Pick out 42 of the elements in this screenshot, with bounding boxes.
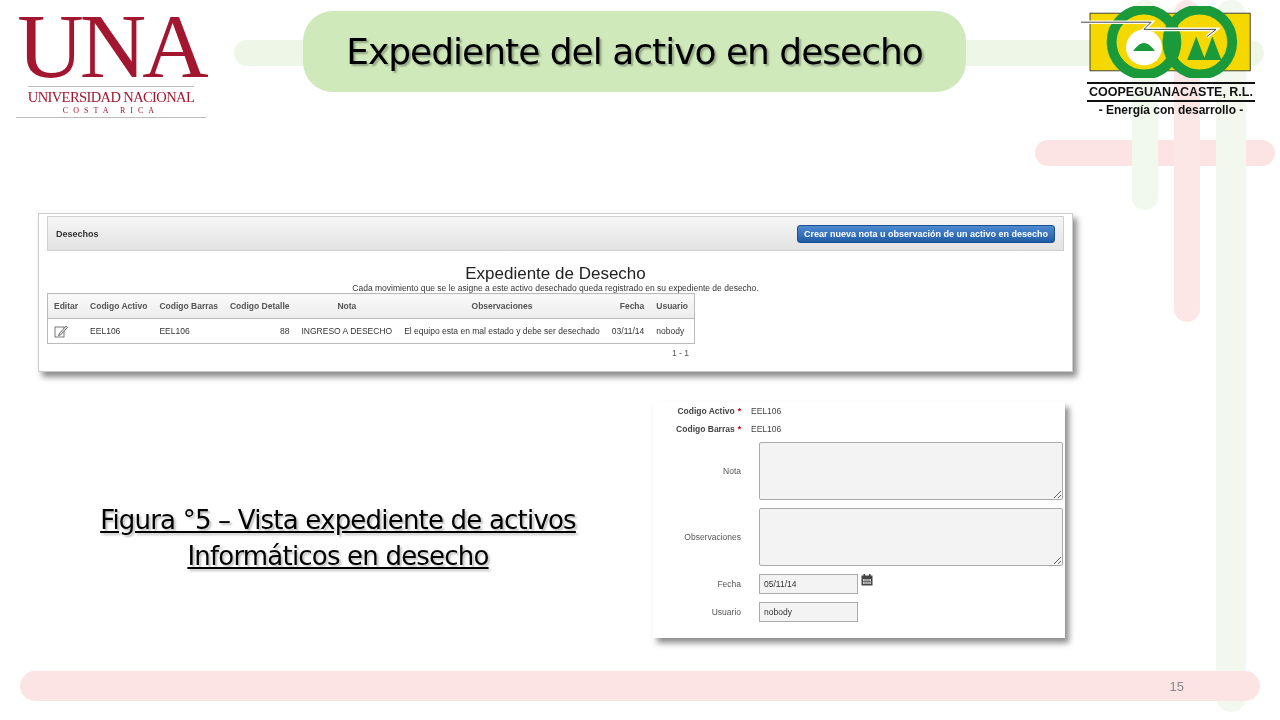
table-cell: INGRESO A DESECHO [295, 318, 399, 344]
edit-icon[interactable] [54, 324, 68, 338]
column-header: Nota [295, 293, 399, 319]
column-header: Usuario [650, 293, 695, 319]
column-header: Codigo Barras [153, 293, 224, 319]
table-cell: 03/11/14 [605, 318, 651, 344]
field-value: EEL106 [751, 424, 782, 434]
table-cell: El equipo esta en mal estado y debe ser desechado [398, 318, 606, 344]
record-heading: Expediente de Desecho [465, 265, 646, 283]
field-label: Fecha [717, 579, 741, 589]
column-header: Editar [47, 293, 85, 319]
field-label: Nota [723, 466, 741, 476]
cooperative-tagline: - Energía con desarrollo - [1098, 103, 1244, 117]
table-cell: EEL106 [84, 318, 154, 344]
text-area[interactable] [759, 442, 1063, 500]
field-value: EEL106 [751, 406, 782, 416]
column-header: Fecha [605, 293, 651, 319]
date-field[interactable]: 05/11/14 [759, 574, 858, 594]
field-label: Codigo Barras [676, 424, 735, 434]
field-label: Observaciones [684, 532, 741, 542]
column-header: Observaciones [398, 293, 606, 319]
panel-title: Desechos [56, 228, 99, 239]
slide-title: Expediente del activo en desecho [346, 31, 923, 72]
figure-caption: Figura °5 – Vista expediente de activos Informáticos en desecho [99, 504, 577, 573]
required-mark: * [737, 424, 741, 434]
required-mark: * [737, 406, 741, 416]
field-label: Usuario [711, 607, 741, 617]
table-cell: nobody [650, 318, 695, 344]
calendar-icon[interactable] [861, 574, 873, 586]
text-field[interactable]: nobody [759, 602, 858, 622]
field-label: Codigo Activo [677, 406, 735, 416]
table-cell: EEL106 [153, 318, 224, 344]
cooperative-name: COOPEGUANACASTE, R.L. [1087, 82, 1255, 102]
pagination-text: 1 - 1 [670, 347, 690, 360]
record-subtitle: Cada movimiento que se le asigne a este activo desechado queda registrado en su expediente de desecho. [352, 283, 759, 293]
create-note-button[interactable]: Crear nueva nota u observación de un activo en desecho [796, 224, 1055, 243]
university-logo: UNA UNIVERSIDAD NACIONAL COSTA RICA [14, 6, 208, 118]
table-cell: 88 [223, 318, 296, 344]
column-header: Codigo Detalle [223, 293, 296, 319]
text-area[interactable] [759, 508, 1063, 566]
slide-number: 15 [1169, 678, 1184, 694]
column-header: Codigo Activo [84, 293, 154, 319]
